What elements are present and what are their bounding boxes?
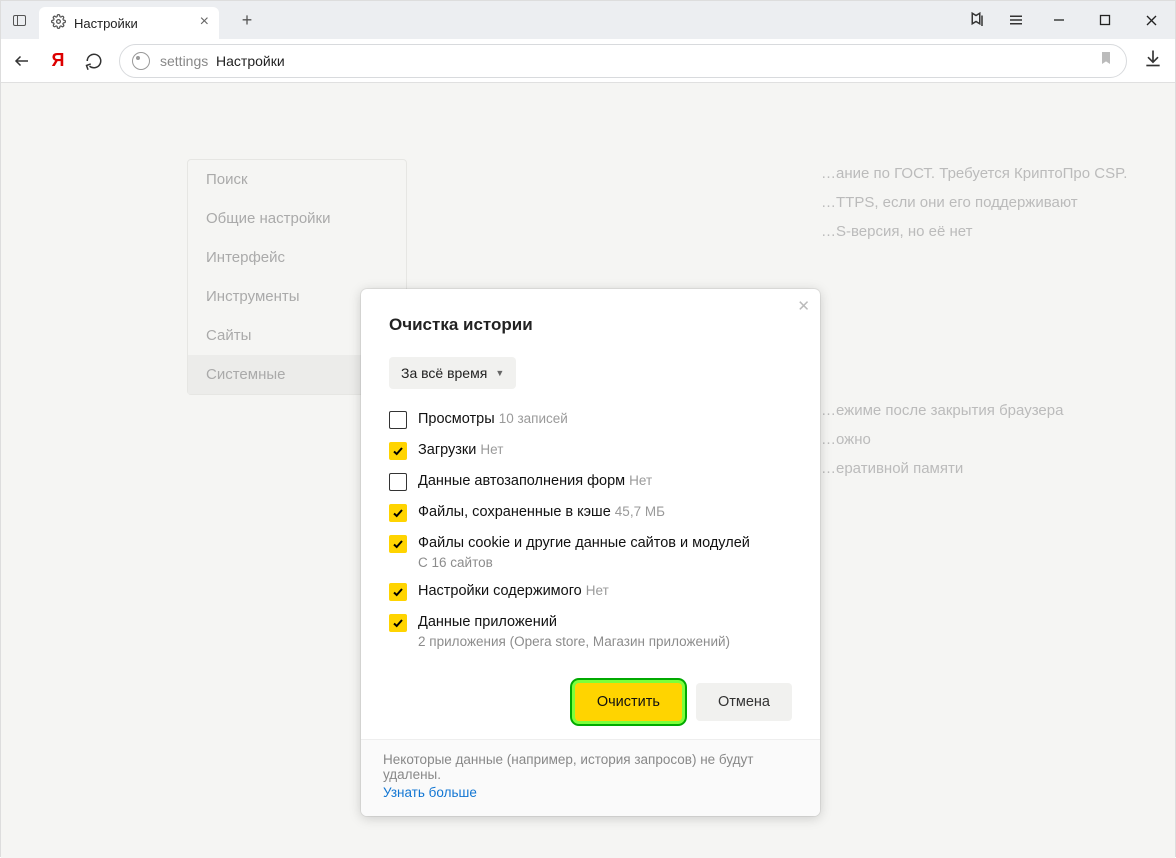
downloads-icon[interactable] [1143, 48, 1163, 73]
gear-icon [51, 14, 66, 32]
site-identity-icon [132, 52, 150, 70]
dropdown-label: За всё время [401, 365, 487, 381]
reload-button[interactable] [85, 52, 103, 70]
time-range-dropdown[interactable]: За всё время ▼ [389, 357, 516, 389]
checkbox[interactable] [389, 504, 407, 522]
checkbox[interactable] [389, 583, 407, 601]
dialog-close-icon[interactable]: ✕ [797, 297, 810, 315]
clear-options-list: Просмотры 10 записей Загрузки Нет Данные… [389, 411, 792, 649]
option-cookies[interactable]: Файлы cookie и другие данные сайтов и мо… [389, 535, 792, 570]
checkbox[interactable] [389, 535, 407, 553]
dialog-title: Очистка истории [389, 315, 792, 335]
titlebar: Настройки × + [1, 1, 1175, 39]
option-content-settings[interactable]: Настройки содержимого Нет [389, 583, 792, 601]
footer-note: Некоторые данные (например, история запр… [383, 752, 753, 782]
bookmarks-panel-icon[interactable] [961, 5, 991, 35]
option-app-data[interactable]: Данные приложений2 приложения (Opera sto… [389, 614, 792, 649]
chevron-down-icon: ▼ [495, 368, 504, 378]
maximize-button[interactable] [1087, 5, 1123, 35]
nav-buttons: Я [13, 50, 103, 71]
dialog-footer: Некоторые данные (например, история запр… [361, 739, 820, 816]
option-views[interactable]: Просмотры 10 записей [389, 411, 792, 429]
cancel-button[interactable]: Отмена [696, 683, 792, 721]
bookmark-icon[interactable] [1098, 50, 1114, 71]
checkbox[interactable] [389, 614, 407, 632]
address-bar[interactable]: settings Настройки [119, 44, 1127, 78]
checkbox[interactable] [389, 473, 407, 491]
checkbox[interactable] [389, 411, 407, 429]
page-viewport: Поиск Общие настройки Интерфейс Инструме… [1, 83, 1175, 858]
clear-button[interactable]: Очистить [575, 683, 682, 721]
learn-more-link[interactable]: Узнать больше [383, 785, 477, 800]
dialog-buttons: Очистить Отмена [389, 683, 792, 721]
sidebar-toggle-icon[interactable] [7, 8, 31, 32]
tabstrip: Настройки × + [7, 1, 261, 39]
tab-title: Настройки [74, 16, 138, 31]
window-controls [961, 1, 1169, 39]
checkbox[interactable] [389, 442, 407, 460]
minimize-button[interactable] [1041, 5, 1077, 35]
yandex-home-icon[interactable]: Я [49, 50, 67, 71]
browser-tab[interactable]: Настройки × [39, 7, 219, 39]
tab-close-icon[interactable]: × [200, 14, 209, 30]
option-cache[interactable]: Файлы, сохраненные в кэше 45,7 МБ [389, 504, 792, 522]
back-button[interactable] [13, 52, 31, 70]
option-downloads[interactable]: Загрузки Нет [389, 442, 792, 460]
address-text: settings Настройки [160, 53, 285, 69]
option-autofill[interactable]: Данные автозаполнения форм Нет [389, 473, 792, 491]
close-window-button[interactable] [1133, 5, 1169, 35]
new-tab-button[interactable]: + [233, 6, 261, 34]
clear-history-dialog: ✕ Очистка истории За всё время ▼ Просмот… [361, 289, 820, 816]
menu-icon[interactable] [1001, 5, 1031, 35]
toolbar: Я settings Настройки [1, 39, 1175, 83]
